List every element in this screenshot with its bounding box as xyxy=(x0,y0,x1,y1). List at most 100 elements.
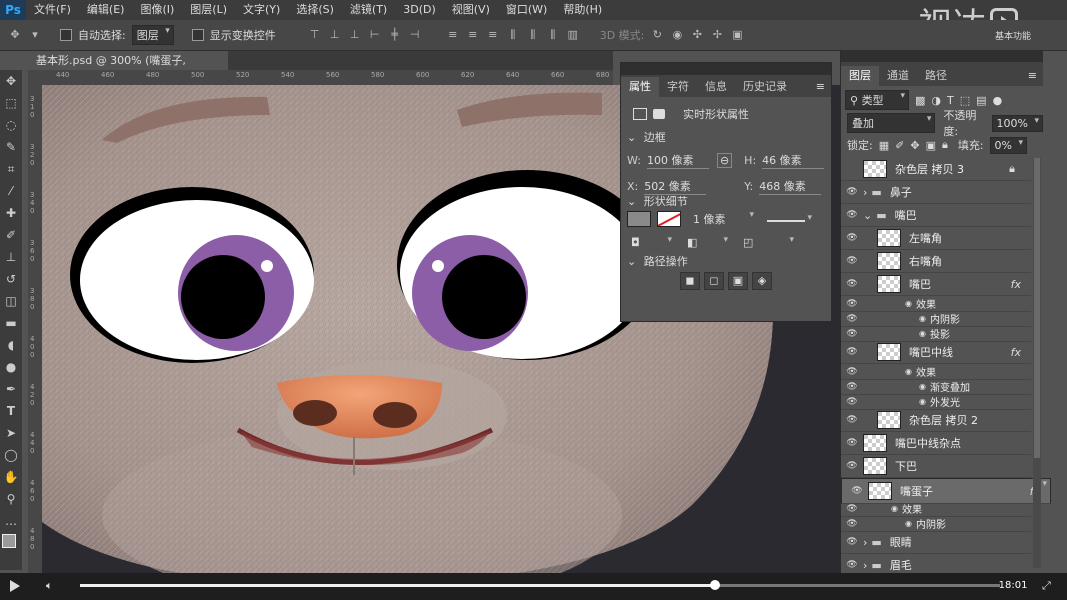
visibility-eye-icon[interactable]: 👁︎ xyxy=(841,367,863,377)
blur-tool-icon[interactable]: ◖ xyxy=(0,334,22,356)
path-select-tool-icon[interactable]: ➤ xyxy=(0,422,22,444)
stroke-corner-dropdown[interactable]: ◰ xyxy=(739,235,797,250)
menu-item-layer[interactable]: 图层(L) xyxy=(182,0,235,20)
show-transform-checkbox[interactable] xyxy=(191,29,204,41)
width-field[interactable]: 100 像素 xyxy=(646,152,709,169)
3d-roll-icon[interactable]: ◉ xyxy=(670,29,684,41)
fill-swatch[interactable] xyxy=(627,211,651,227)
filter-adjustment-icon[interactable]: ◑ xyxy=(931,94,941,107)
align-bottom-icon[interactable]: ⊥ xyxy=(348,29,362,41)
chevron-right-icon[interactable]: › xyxy=(863,186,867,199)
exclude-shapes-icon[interactable]: ◈ xyxy=(752,272,772,290)
workspace-switcher[interactable]: 基本功能 xyxy=(995,29,1031,42)
layer-row[interactable]: 👁︎ 下巴 xyxy=(841,455,1031,478)
tab-history[interactable]: 历史记录 xyxy=(735,77,795,97)
layer-effect-row[interactable]: 👁︎ ◉ 内阴影 xyxy=(841,311,1031,327)
effect-eye-icon[interactable]: ◉ xyxy=(919,382,926,391)
menu-item-3d[interactable]: 3D(D) xyxy=(395,0,444,20)
link-icon[interactable]: ⊖ xyxy=(716,152,733,168)
eyedropper-tool-icon[interactable]: ⁄ xyxy=(0,180,22,202)
visibility-eye-icon[interactable]: 👁︎ xyxy=(841,397,863,407)
fx-icon[interactable]: fx xyxy=(1011,278,1021,291)
layer-row[interactable]: 👁︎ 嘴巴 fx xyxy=(841,273,1031,296)
height-field[interactable]: 46 像素 xyxy=(762,152,825,169)
visibility-eye-icon[interactable]: 👁︎ xyxy=(841,519,863,529)
distribute-top-icon[interactable]: ≡ xyxy=(446,29,460,41)
visibility-eye-icon[interactable]: 👁︎ xyxy=(846,486,868,496)
effect-eye-icon[interactable]: ◉ xyxy=(905,519,912,528)
layer-row[interactable]: 👁︎ 嘴巴中线杂点 xyxy=(841,432,1031,455)
ellipse-tool-icon[interactable]: ◯ xyxy=(0,444,22,466)
history-brush-tool-icon[interactable]: ↺ xyxy=(0,268,22,290)
menu-item-file[interactable]: 文件(F) xyxy=(26,0,79,20)
stroke-swatch[interactable] xyxy=(657,211,681,227)
pen-tool-icon[interactable]: ✒ xyxy=(0,378,22,400)
layer-effect-row[interactable]: 👁︎ ◉ 投影 xyxy=(841,326,1031,342)
menu-item-image[interactable]: 图像(I) xyxy=(132,0,182,20)
chevron-down-icon[interactable]: ⌄ xyxy=(863,209,872,222)
menu-item-view[interactable]: 视图(V) xyxy=(444,0,498,20)
filter-shape-icon[interactable]: ⬚ xyxy=(960,94,970,107)
auto-select-checkbox[interactable] xyxy=(60,29,72,41)
fill-field[interactable]: 0% xyxy=(989,136,1027,154)
combine-shapes-icon[interactable]: ◼ xyxy=(680,272,700,290)
layer-group-row[interactable]: 👁︎ › ▬ 鼻子 xyxy=(841,181,1031,204)
marquee-tool-icon[interactable]: ⬚ xyxy=(0,92,22,114)
menu-item-filter[interactable]: 滤镜(T) xyxy=(342,0,395,20)
lock-pixels-icon[interactable]: ✐ xyxy=(895,139,904,152)
layer-row[interactable]: 👁︎ 杂色层 拷贝 2 xyxy=(841,409,1031,432)
filter-pixel-icon[interactable]: ▩ xyxy=(915,94,925,107)
stroke-align-dropdown[interactable]: ◘ xyxy=(627,235,675,250)
visibility-eye-icon[interactable]: 👁︎ xyxy=(841,256,863,266)
tab-layers[interactable]: 图层 xyxy=(841,66,879,86)
lock-position-icon[interactable]: ✥ xyxy=(910,139,919,152)
video-progress-knob[interactable] xyxy=(709,580,720,590)
visibility-eye-icon[interactable]: 👁︎ xyxy=(841,382,863,392)
chevron-right-icon[interactable]: › xyxy=(863,536,867,549)
color-swatches[interactable] xyxy=(0,532,22,562)
fx-icon[interactable]: fx xyxy=(1011,346,1021,359)
3d-orbit-icon[interactable]: ↻ xyxy=(650,29,664,41)
layer-effect-row[interactable]: 👁︎ ◉ 外发光 xyxy=(841,394,1031,410)
panel-menu-icon[interactable]: ≡ xyxy=(816,77,825,97)
layer-effect-row[interactable]: 👁︎ ◉ 效果 xyxy=(841,501,1031,517)
visibility-eye-icon[interactable]: 👁︎ xyxy=(841,187,863,197)
clone-stamp-tool-icon[interactable]: ⊥ xyxy=(0,246,22,268)
eraser-tool-icon[interactable]: ◫ xyxy=(0,290,22,312)
visibility-eye-icon[interactable]: 👁︎ xyxy=(841,438,863,448)
tab-properties[interactable]: 属性 xyxy=(621,77,659,97)
visibility-eye-icon[interactable]: 👁︎ xyxy=(841,299,863,309)
filter-smart-icon[interactable]: ▤ xyxy=(976,94,986,107)
bounds-section[interactable]: ⌄ 边框 xyxy=(621,129,831,145)
align-left-icon[interactable]: ⊢ xyxy=(368,29,382,41)
layer-row[interactable]: 👁︎ 左嘴角 xyxy=(841,227,1031,250)
volume-icon[interactable]: 🔈︎ xyxy=(46,579,53,593)
move-tool-icon[interactable]: ✥ xyxy=(0,70,22,92)
brush-tool-icon[interactable]: ✐ xyxy=(0,224,22,246)
move-tool-icon[interactable]: ✥ xyxy=(8,29,22,41)
effect-eye-icon[interactable]: ◉ xyxy=(919,314,926,323)
layer-row[interactable]: 杂色层 拷贝 3 🔒︎ xyxy=(841,158,1031,181)
more-tools-icon[interactable]: … xyxy=(0,510,22,532)
menu-item-window[interactable]: 窗口(W) xyxy=(498,0,555,20)
align-vcenter-icon[interactable]: ⊥ xyxy=(328,29,342,41)
effect-eye-icon[interactable]: ◉ xyxy=(919,397,926,406)
panel-menu-icon[interactable]: ≡ xyxy=(1028,66,1037,86)
align-right-icon[interactable]: ⊣ xyxy=(408,29,422,41)
intersect-shapes-icon[interactable]: ▣ xyxy=(728,272,748,290)
tab-paths[interactable]: 路径 xyxy=(917,66,955,86)
visibility-eye-icon[interactable]: 👁︎ xyxy=(841,279,863,289)
tab-character[interactable]: 字符 xyxy=(659,77,697,97)
visibility-eye-icon[interactable]: 👁︎ xyxy=(841,210,863,220)
distribute-right-icon[interactable]: ⫼ xyxy=(546,29,560,41)
layers-scrollbar[interactable] xyxy=(1033,158,1041,568)
menu-item-help[interactable]: 帮助(H) xyxy=(555,0,610,20)
visibility-eye-icon[interactable]: 👁︎ xyxy=(841,314,863,324)
distribute-hcenter-icon[interactable]: ⫼ xyxy=(526,29,540,41)
y-field[interactable]: 468 像素 xyxy=(759,178,822,195)
opacity-field[interactable]: 100% xyxy=(991,114,1043,132)
layer-row[interactable]: 👁︎ 嘴巴中线 fx xyxy=(841,341,1031,364)
play-icon[interactable] xyxy=(10,580,20,592)
tab-channels[interactable]: 通道 xyxy=(879,66,917,86)
auto-select-dropdown[interactable]: 图层 xyxy=(131,25,174,45)
